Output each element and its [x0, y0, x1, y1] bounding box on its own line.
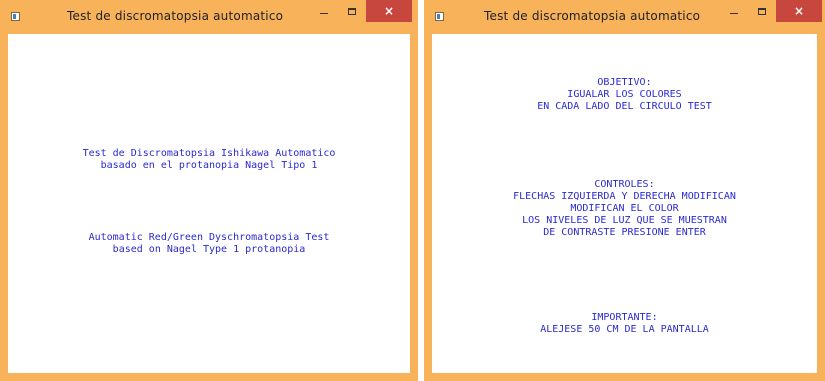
close-button[interactable]: ×	[776, 0, 822, 22]
text-line: FLECHAS IZQUIERDA Y DERECHA MODIFICAN	[513, 191, 736, 202]
text-line: Test de Discromatopsia Ishikawa Automati…	[82, 148, 336, 159]
section-heading: OBJETIVO:	[597, 77, 652, 88]
text-line: EN CADA LADO DEL CIRCULO TEST	[537, 101, 712, 112]
minimize-button[interactable]	[720, 0, 747, 22]
minimize-icon	[729, 12, 738, 14]
minimize-button[interactable]	[310, 0, 337, 22]
app-icon[interactable]	[11, 12, 20, 21]
window-client-area: OBJETIVO: IGUALAR LOS COLORES EN CADA LA…	[432, 34, 817, 373]
window-title: Test de discromatopsia automatico	[67, 9, 284, 23]
maximize-icon	[757, 7, 766, 15]
text-line: DE CONTRASTE PRESIONE ENTER	[543, 227, 706, 238]
section-heading: IMPORTANTE:	[591, 312, 658, 323]
important-section: IMPORTANTE: ALEJESE 50 CM DE LA PANTALLA	[432, 312, 817, 336]
controls-section: CONTROLES: FLECHAS IZQUIERDA Y DERECHA M…	[432, 179, 817, 239]
text-line: based on Nagel Type 1 protanopia	[112, 244, 306, 255]
text-line: ALEJESE 50 CM DE LA PANTALLA	[540, 324, 709, 335]
title-bar[interactable]: Test de discromatopsia automatico ×	[0, 0, 418, 34]
maximize-button[interactable]	[748, 0, 775, 22]
window-client-area: Test de Discromatopsia Ishikawa Automati…	[8, 34, 410, 373]
text-line: LOS NIVELES DE LUZ QUE SE MUESTRAN	[522, 215, 727, 226]
maximize-icon	[347, 7, 356, 15]
close-button[interactable]: ×	[366, 0, 412, 22]
app-icon[interactable]	[435, 12, 444, 21]
window-left: Test de discromatopsia automatico × Test…	[0, 0, 418, 381]
text-line: basado en el protanopia Nagel Tipo 1	[100, 160, 318, 171]
description-english: Automatic Red/Green Dyschromatopsia Test…	[8, 232, 410, 256]
text-line: Automatic Red/Green Dyschromatopsia Test	[88, 232, 330, 243]
text-line: IGUALAR LOS COLORES	[567, 89, 682, 100]
title-bar[interactable]: Test de discromatopsia automatico ×	[424, 0, 825, 34]
window-right: Test de discromatopsia automatico × OBJE…	[424, 0, 825, 381]
section-heading: CONTROLES:	[594, 179, 655, 190]
text-line: MODIFICAN EL COLOR	[570, 203, 679, 214]
maximize-button[interactable]	[338, 0, 365, 22]
minimize-icon	[319, 12, 328, 14]
objective-section: OBJETIVO: IGUALAR LOS COLORES EN CADA LA…	[432, 77, 817, 113]
description-spanish: Test de Discromatopsia Ishikawa Automati…	[8, 148, 410, 172]
window-title: Test de discromatopsia automatico	[484, 9, 701, 23]
